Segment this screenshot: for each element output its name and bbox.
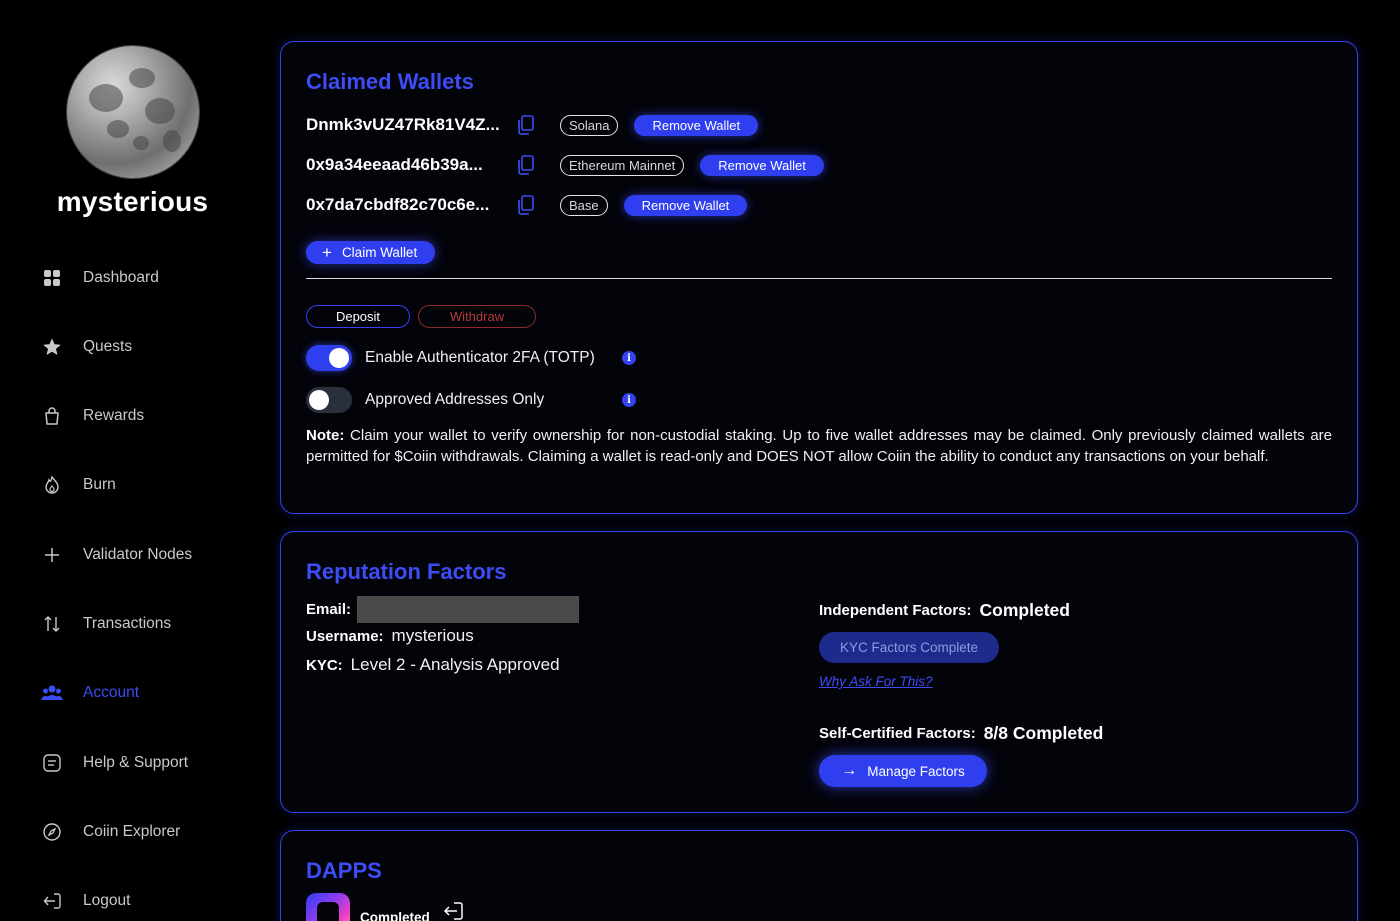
wallet-address: 0x9a34eeaad46b39a... <box>306 155 483 174</box>
approved-addresses-toggle-row: Approved Addresses Only <box>306 387 544 413</box>
dapps-card: DAPPS Completed <box>280 830 1358 921</box>
totp-toggle[interactable] <box>306 345 352 371</box>
users-icon <box>40 681 64 705</box>
claimed-wallets-title: Claimed Wallets <box>306 69 474 94</box>
wallet-address: Dnmk3vUZ47Rk81V4Z... <box>306 115 500 134</box>
kyc-field: KYC: Level 2 - Analysis Approved <box>306 655 560 675</box>
sidebar-item-rewards[interactable]: Rewards <box>40 401 144 431</box>
totp-toggle-row: Enable Authenticator 2FA (TOTP) <box>306 345 595 371</box>
avatar <box>67 46 199 178</box>
info-icon[interactable]: i <box>622 393 636 407</box>
totp-toggle-label: Enable Authenticator 2FA (TOTP) <box>365 349 595 366</box>
username-label: Username: <box>306 627 384 645</box>
sidebar-item-account[interactable]: Account <box>40 678 139 708</box>
self-certified-factors: Self-Certified Factors: 8/8 Completed <box>819 723 1103 744</box>
logout-icon <box>40 889 64 913</box>
username-value: mysterious <box>391 626 474 645</box>
reputation-factors-title: Reputation Factors <box>306 559 507 584</box>
sidebar-item-validator-nodes[interactable]: Validator Nodes <box>40 540 192 570</box>
sidebar-item-label: Burn <box>83 476 116 493</box>
sidebar-item-label: Logout <box>83 892 131 909</box>
remove-wallet-button[interactable]: Remove Wallet <box>700 154 824 176</box>
plus-icon <box>40 543 64 567</box>
note-text: Note: Claim your wallet to verify owners… <box>306 425 1332 467</box>
reputation-factors-card: Reputation Factors Email: Username: myst… <box>280 531 1358 813</box>
manage-factors-button[interactable]: → Manage Factors <box>819 755 987 787</box>
bag-icon <box>40 404 64 428</box>
dapp-logo <box>306 893 350 921</box>
sidebar-item-label: Rewards <box>83 407 145 424</box>
plus-icon: + <box>322 243 332 262</box>
independent-factors-label: Independent Factors: <box>819 602 972 619</box>
sidebar-item-label: Validator Nodes <box>83 546 193 563</box>
approved-addresses-toggle[interactable] <box>306 387 352 413</box>
toggle-knob <box>329 348 349 368</box>
sidebar: mysterious Dashboard Quests Rewards Burn… <box>0 0 265 921</box>
email-label: Email: <box>306 601 352 618</box>
email-redacted <box>357 596 580 623</box>
remove-wallet-button[interactable]: Remove Wallet <box>634 114 759 136</box>
claim-wallet-button[interactable]: + Claim Wallet <box>306 241 436 264</box>
note-body: Claim your wallet to verify ownership fo… <box>306 427 1332 465</box>
tab-deposit[interactable]: Deposit <box>306 305 410 328</box>
self-certified-factors-value: 8/8 Completed <box>983 723 1104 743</box>
wallet-address: 0x7da7cbdf82c70c6e... <box>306 195 490 214</box>
arrows-updown-icon <box>40 612 64 636</box>
chain-badge: Base <box>560 194 608 216</box>
independent-factors-value: Completed <box>979 600 1070 620</box>
dapp-row: Completed <box>306 893 466 921</box>
why-ask-link[interactable]: Why Ask For This? <box>819 674 933 689</box>
sidebar-item-coiin-explorer[interactable]: Coiin Explorer <box>40 817 180 847</box>
sidebar-item-label: Help & Support <box>83 754 189 771</box>
sidebar-item-label: Dashboard <box>83 269 159 286</box>
arrow-right-icon: → <box>841 762 858 779</box>
manage-factors-label: Manage Factors <box>867 763 965 779</box>
email-field: Email: <box>306 596 580 623</box>
kyc-factors-complete-button: KYC Factors Complete <box>819 632 999 663</box>
wallet-row: 0x9a34eeaad46b39a... Ethereum Mainnet Re… <box>306 153 824 177</box>
sidebar-item-label: Coiin Explorer <box>83 823 181 840</box>
claimed-wallets-card: Claimed Wallets Dnmk3vUZ47Rk81V4Z... Sol… <box>280 41 1358 514</box>
approved-addresses-label: Approved Addresses Only <box>365 391 545 408</box>
divider <box>306 278 1332 279</box>
info-icon[interactable]: i <box>622 351 636 365</box>
wallet-row: 0x7da7cbdf82c70c6e... Base Remove Wallet <box>306 193 748 217</box>
login-icon[interactable] <box>442 900 466 921</box>
kyc-value: Level 2 - Analysis Approved <box>350 655 560 674</box>
chain-badge: Ethereum Mainnet <box>560 154 685 176</box>
independent-factors: Independent Factors: Completed <box>819 600 1070 621</box>
sidebar-item-burn[interactable]: Burn <box>40 470 116 500</box>
sidebar-item-label: Transactions <box>83 615 172 632</box>
sidebar-item-quests[interactable]: Quests <box>40 332 132 362</box>
claim-wallet-label: Claim Wallet <box>341 245 418 260</box>
copy-icon[interactable] <box>516 114 538 136</box>
flame-icon <box>40 473 64 497</box>
copy-icon[interactable] <box>516 194 538 216</box>
star-icon <box>40 335 64 359</box>
compass-icon <box>40 820 64 844</box>
dapp-status: Completed <box>360 910 430 921</box>
sidebar-item-label: Quests <box>83 338 133 355</box>
chain-badge: Solana <box>560 114 619 136</box>
toggle-knob <box>309 390 329 410</box>
dapps-title: DAPPS <box>306 858 382 883</box>
self-certified-factors-label: Self-Certified Factors: <box>819 725 976 742</box>
sidebar-item-transactions[interactable]: Transactions <box>40 609 171 639</box>
sidebar-item-help-support[interactable]: Help & Support <box>40 748 188 778</box>
username-field: Username: mysterious <box>306 626 474 646</box>
sidebar-item-dashboard[interactable]: Dashboard <box>40 263 159 293</box>
sidebar-item-logout[interactable]: Logout <box>40 886 130 916</box>
profile-username: mysterious <box>56 186 209 217</box>
document-icon <box>40 751 64 775</box>
copy-icon[interactable] <box>516 154 538 176</box>
wallet-row: Dnmk3vUZ47Rk81V4Z... Solana Remove Walle… <box>306 113 759 137</box>
remove-wallet-button[interactable]: Remove Wallet <box>623 194 748 216</box>
note-label: Note: <box>306 427 345 444</box>
kyc-label: KYC: <box>306 656 343 674</box>
grid-icon <box>40 266 64 290</box>
sidebar-item-label: Account <box>83 684 140 701</box>
tab-withdraw[interactable]: Withdraw <box>418 305 536 328</box>
